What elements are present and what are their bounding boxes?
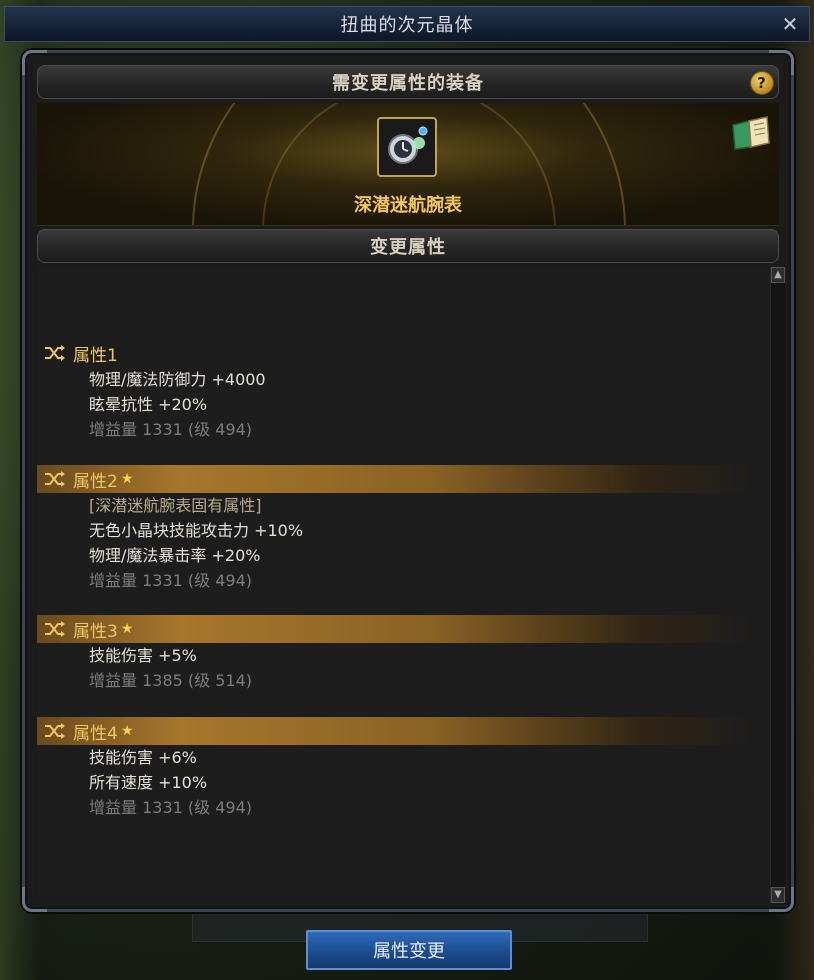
property-line: 无色小晶块技能攻击力 +10% xyxy=(89,521,304,540)
property-list: ▲ ▼ 属性1 物理/魔法防御力 +4000 眩晕抗性 +20% 增益量 133… xyxy=(37,267,785,903)
shuffle-icon xyxy=(45,723,65,739)
property-gain: 增益量 1385 (级 514) xyxy=(89,671,253,690)
property-group: 属性1 物理/魔法防御力 +4000 眩晕抗性 +20% 增益量 1331 (级… xyxy=(37,339,753,442)
scroll-up-button[interactable]: ▲ xyxy=(771,267,785,283)
help-icon[interactable]: ? xyxy=(750,71,774,95)
property-gain: 增益量 1331 (级 494) xyxy=(89,571,253,590)
property-label: 属性2 xyxy=(73,471,118,492)
dialog-frame: 需变更属性的装备 ? 深潜迷航腕表 变更属性 ▲ ▼ 属性1 物理/魔法防御力 … xyxy=(22,50,794,912)
property-header[interactable]: 属性3 ★ xyxy=(37,615,753,643)
property-line: 物理/魔法防御力 +4000 xyxy=(89,370,266,389)
shuffle-icon xyxy=(45,471,65,487)
property-header[interactable]: 属性4 ★ xyxy=(37,717,753,745)
property-gain: 增益量 1331 (级 494) xyxy=(89,420,253,439)
window-title: 扭曲的次元晶体 xyxy=(340,15,474,36)
equipment-section-header: 需变更属性的装备 ? xyxy=(37,65,779,99)
scrollbar[interactable]: ▲ ▼ xyxy=(770,267,785,903)
change-section-title: 变更属性 xyxy=(370,237,446,258)
property-line: 技能伤害 +5% xyxy=(89,646,197,665)
window-titlebar[interactable]: 扭曲的次元晶体 ✕ xyxy=(4,6,810,42)
property-group: 属性4 ★ 技能伤害 +6% 所有速度 +10% 增益量 1331 (级 494… xyxy=(37,717,753,820)
property-line: 物理/魔法暴击率 +20% xyxy=(89,546,261,565)
property-group: 属性2 ★ [深潜迷航腕表固有属性] 无色小晶块技能攻击力 +10% 物理/魔法… xyxy=(37,465,753,593)
equipment-display: 深潜迷航腕表 xyxy=(37,103,779,226)
property-line: 所有速度 +10% xyxy=(89,773,208,792)
equipment-name: 深潜迷航腕表 xyxy=(354,195,462,216)
scroll-down-button[interactable]: ▼ xyxy=(771,887,785,903)
change-property-label: 属性变更 xyxy=(373,941,445,962)
book-icon[interactable] xyxy=(729,115,773,153)
close-icon[interactable]: ✕ xyxy=(779,13,801,35)
change-section-header: 变更属性 xyxy=(37,229,779,263)
change-property-button[interactable]: 属性变更 xyxy=(306,930,512,970)
property-group: 属性3 ★ 技能伤害 +5% 增益量 1385 (级 514) xyxy=(37,615,753,693)
property-header[interactable]: 属性1 xyxy=(37,339,753,367)
dimension-crystal-window: 扭曲的次元晶体 ✕ 需变更属性的装备 ? 深潜迷航腕表 变更属性 ▲ ▼ 属性1… xyxy=(4,6,810,974)
property-label: 属性3 xyxy=(73,621,118,642)
star-icon: ★ xyxy=(120,621,134,637)
shuffle-icon xyxy=(45,621,65,637)
star-icon: ★ xyxy=(120,471,134,487)
property-header[interactable]: 属性2 ★ xyxy=(37,465,753,493)
equipment-slot[interactable] xyxy=(377,117,437,177)
shuffle-icon xyxy=(45,345,65,361)
wristwatch-icon xyxy=(388,126,428,164)
equipment-section-title: 需变更属性的装备 xyxy=(332,73,484,94)
property-line: 眩晕抗性 +20% xyxy=(89,395,208,414)
star-icon: ★ xyxy=(120,723,134,739)
property-gain: 增益量 1331 (级 494) xyxy=(89,798,253,817)
property-line: 技能伤害 +6% xyxy=(89,748,197,767)
property-label: 属性1 xyxy=(73,345,118,366)
property-label: 属性4 xyxy=(73,723,118,744)
property-inherent-note: [深潜迷航腕表固有属性] xyxy=(89,496,262,515)
